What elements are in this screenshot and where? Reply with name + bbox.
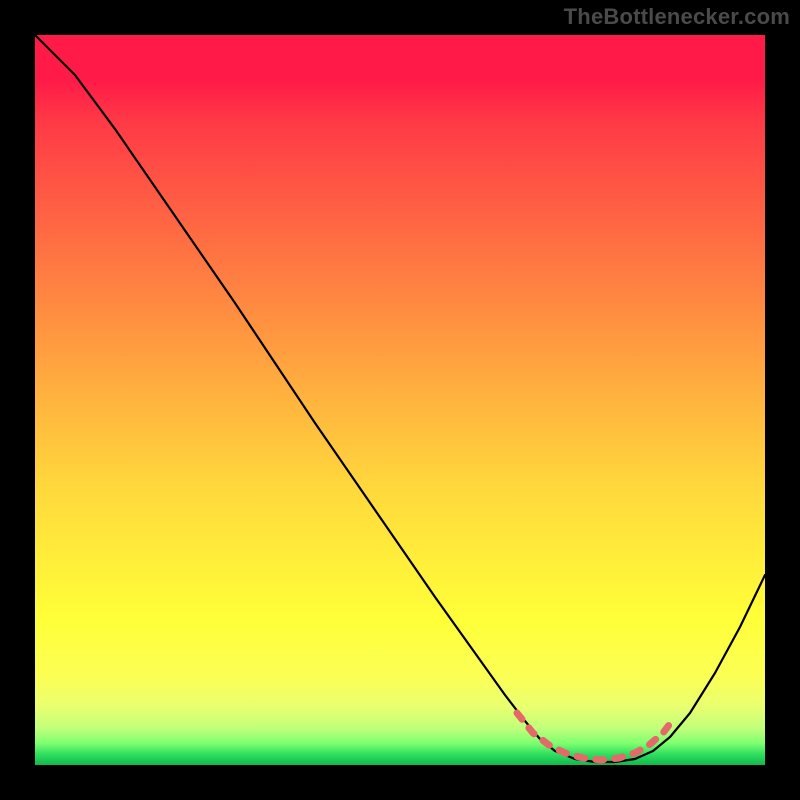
watermark-label: TheBottlenecker.com	[564, 4, 790, 30]
plot-area	[35, 35, 765, 765]
curve-overlay	[35, 35, 765, 765]
bottleneck-curve	[35, 35, 765, 762]
chart-frame: TheBottlenecker.com	[0, 0, 800, 800]
